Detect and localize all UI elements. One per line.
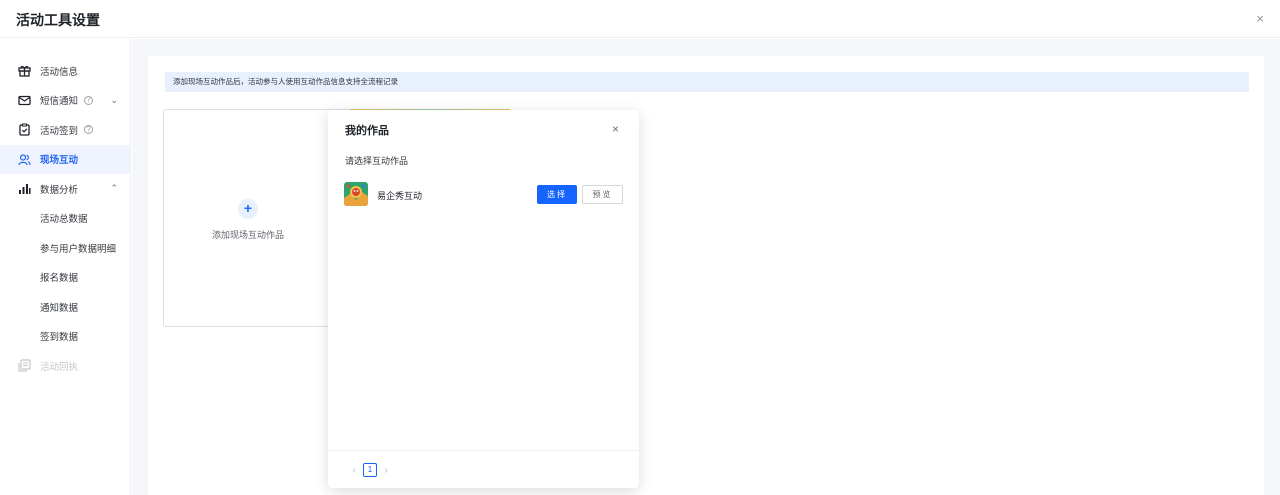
close-icon[interactable]: × (612, 122, 619, 136)
sidebar-subitem-registration-data[interactable]: 报名数据 (0, 263, 130, 293)
help-icon[interactable]: ? (84, 125, 94, 135)
chevron-down-icon[interactable]: ⌄ (110, 95, 118, 106)
work-name: 易企秀互动 (377, 191, 423, 201)
mail-icon (18, 94, 31, 107)
chevron-up-icon[interactable]: ⌃ (110, 183, 118, 194)
sidebar: 活动信息 短信通知 ? ⌄ 活动签到 ? 现场互动 数据分析 ⌃ 活动总数据 参… (0, 39, 131, 495)
info-notice: 添加现场互动作品后，活动参与人使用互动作品信息支持全流程记录 (165, 72, 1249, 92)
page-number[interactable]: 1 (363, 463, 377, 477)
dialog-subtitle: 请选择互动作品 (345, 156, 409, 166)
page-title: 活动工具设置 (16, 12, 100, 28)
sidebar-item-sms-notice[interactable]: 短信通知 ? ⌄ (0, 86, 130, 116)
next-page-icon[interactable]: › (380, 465, 392, 476)
gift-icon (18, 64, 31, 77)
prev-page-icon[interactable]: ‹ (348, 465, 360, 476)
sidebar-item-label: 数据分析 (40, 184, 79, 196)
users-icon (18, 153, 31, 166)
add-interaction-label: 添加现场互动作品 (211, 230, 284, 240)
sidebar-subitem-overall-data[interactable]: 活动总数据 (0, 204, 130, 234)
close-icon[interactable]: × (1256, 11, 1264, 26)
sidebar-subitem-checkin-data[interactable]: 签到数据 (0, 322, 130, 352)
sidebar-item-label: 活动信息 (40, 66, 79, 78)
sidebar-item-label: 现场互动 (40, 155, 79, 167)
sidebar-item-label: 活动签到 (40, 125, 79, 137)
select-button[interactable]: 选择 (537, 185, 577, 204)
sidebar-subitem-user-detail[interactable]: 参与用户数据明细 (0, 233, 130, 263)
work-thumbnail (344, 182, 368, 206)
pagination: ‹ 1 › (348, 462, 392, 478)
preview-button[interactable]: 预览 (582, 185, 623, 204)
divider (328, 450, 639, 451)
sidebar-item-checkin[interactable]: 活动签到 ? (0, 115, 130, 145)
bar-chart-icon (18, 182, 31, 195)
sidebar-item-data-analysis[interactable]: 数据分析 ⌃ (0, 174, 130, 204)
sidebar-item-receipt[interactable]: 活动回执 (0, 351, 130, 381)
checkin-icon (18, 123, 31, 136)
dialog-title: 我的作品 (345, 125, 389, 137)
list-item: 易企秀互动 选择 预览 (344, 182, 624, 208)
sidebar-item-live-interaction[interactable]: 现场互动 (0, 144, 130, 174)
sidebar-item-label: 活动回执 (40, 361, 79, 373)
receipt-icon (18, 359, 31, 372)
plus-icon[interactable]: + (238, 199, 258, 219)
sidebar-subitem-notice-data[interactable]: 通知数据 (0, 292, 130, 322)
help-icon[interactable]: ? (84, 95, 94, 105)
sidebar-item-label: 短信通知 (40, 96, 79, 108)
top-bar: 活动工具设置 × (0, 0, 1280, 38)
my-works-dialog: 我的作品 × 请选择互动作品 易企秀互动 选择 预览 ‹ 1 › (328, 110, 639, 488)
sidebar-item-activity-info[interactable]: 活动信息 (0, 56, 130, 86)
